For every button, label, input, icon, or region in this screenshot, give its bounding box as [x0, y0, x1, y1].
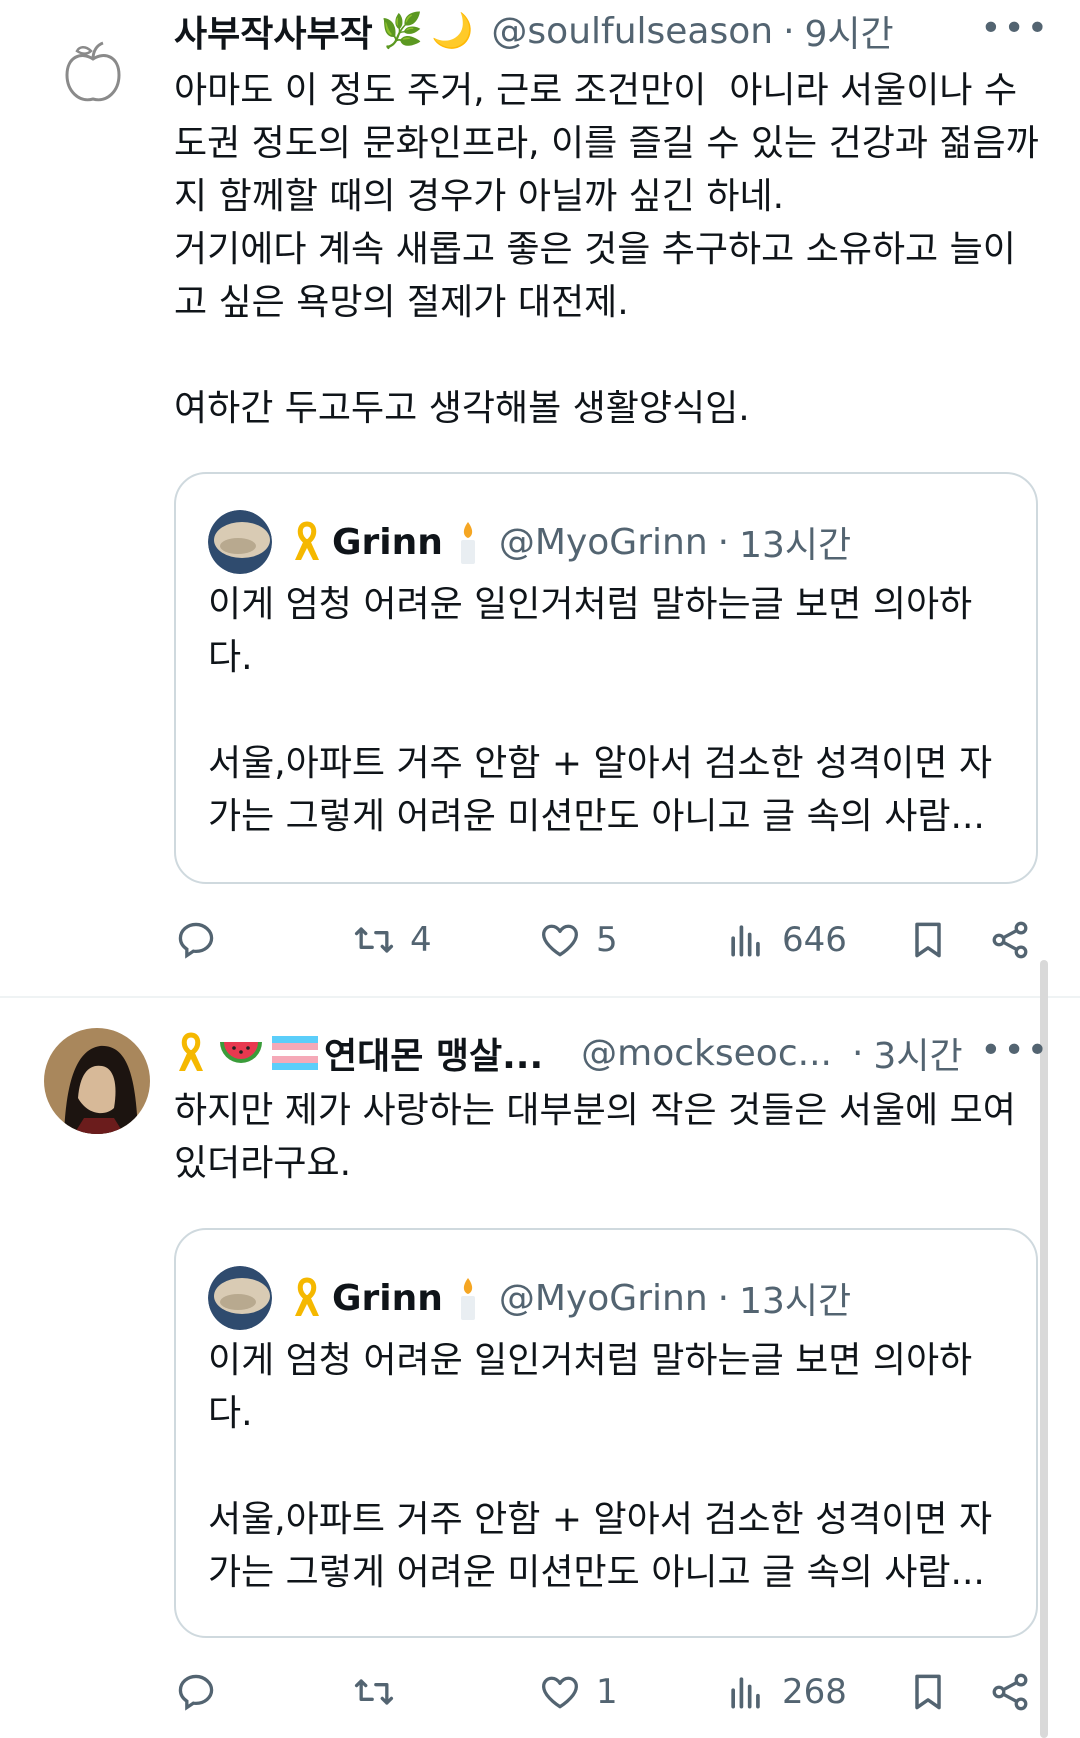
- views-button[interactable]: 646: [724, 910, 847, 970]
- user-avatar[interactable]: [40, 20, 146, 126]
- candle-icon: [460, 522, 475, 564]
- watermelon-icon: [220, 1042, 262, 1063]
- tweet-divider: [0, 996, 1080, 998]
- separator-dot: ·: [717, 1277, 730, 1319]
- transgender-flag-icon: [272, 1036, 318, 1070]
- separator-dot: ·: [851, 1032, 864, 1074]
- tweet-actions: 4 5 646: [174, 910, 1044, 970]
- user-avatar[interactable]: [44, 1028, 150, 1134]
- bookmark-icon: [915, 1674, 941, 1710]
- tweet-header: 사부작사부작 🌿 🌙 @soulfulseason · 9시간 •••: [174, 6, 1060, 56]
- like-button[interactable]: 5: [538, 910, 618, 970]
- views-button[interactable]: 268: [724, 1662, 847, 1722]
- quoted-timestamp: 13시간: [739, 525, 852, 566]
- apple-outline-icon: [65, 41, 121, 102]
- bookmark-button[interactable]: [906, 1662, 950, 1722]
- heart-icon: [542, 1676, 578, 1709]
- bar-chart-icon: [731, 925, 760, 957]
- tweet-actions: 1 268: [174, 1662, 1044, 1722]
- reply-bubble-icon: [178, 1674, 214, 1711]
- timestamp[interactable]: 9시간: [805, 5, 894, 57]
- timestamp[interactable]: 3시간: [873, 1027, 962, 1079]
- share-button[interactable]: [988, 1662, 1032, 1722]
- quoted-tweet[interactable]: Grinn @MyoGrinn · 13시간 이게 엄청 어려운 일인거처럼 말…: [174, 1228, 1038, 1638]
- quoted-tweet-header: Grinn @MyoGrinn · 13시간: [208, 1266, 852, 1330]
- separator-dot: ·: [717, 521, 730, 563]
- like-count: 1: [596, 1672, 618, 1712]
- candle-icon: [460, 1278, 475, 1320]
- quoted-display-name: Grinn: [332, 1277, 443, 1319]
- bar-chart-icon: [731, 1677, 760, 1709]
- share-button[interactable]: [988, 910, 1032, 970]
- retweet-arrows-icon: [354, 1679, 394, 1705]
- heart-icon: [542, 924, 578, 957]
- reply-button[interactable]: [174, 910, 232, 970]
- yellow-ribbon-icon: [295, 1277, 319, 1316]
- share-icon: [992, 1673, 1028, 1711]
- quoted-timestamp: 13시간: [739, 1281, 852, 1322]
- retweet-arrows-icon: [354, 927, 394, 953]
- like-count: 5: [596, 920, 618, 960]
- quoted-user-handle: @MyoGrinn: [498, 1277, 708, 1319]
- tweet-2[interactable]: 연대몬 맹살... @mockseoc... · 3시간 ••• 하지만 제가 …: [0, 1000, 1080, 1738]
- quoted-tweet-header: Grinn @MyoGrinn · 13시간: [208, 510, 852, 574]
- tweet-text: 하지만 제가 사랑하는 대부분의 작은 것들은 서울에 모여 있더라구요.: [174, 1090, 1016, 1184]
- quoted-user-avatar: [208, 1266, 272, 1330]
- user-handle[interactable]: @soulfulseason: [491, 11, 773, 52]
- quoted-user-avatar: [208, 510, 272, 574]
- bookmark-icon: [915, 922, 941, 958]
- quoted-tweet-text: 이게 엄청 어려운 일인거처럼 말하는글 보면 의아하 다. 서울,아파트 거주…: [208, 584, 993, 837]
- like-button[interactable]: 1: [538, 1662, 618, 1722]
- reply-button[interactable]: [174, 1662, 232, 1722]
- tweet-1[interactable]: 사부작사부작 🌿 🌙 @soulfulseason · 9시간 ••• 아마도 …: [0, 0, 1080, 1000]
- user-handle[interactable]: @mockseoc...: [581, 1033, 832, 1074]
- view-count: 268: [782, 1672, 847, 1712]
- reply-bubble-icon: [178, 922, 214, 959]
- display-name[interactable]: 연대몬 맹살...: [324, 1027, 543, 1079]
- quoted-user-handle: @MyoGrinn: [498, 521, 708, 563]
- more-options-icon[interactable]: •••: [980, 1030, 1050, 1071]
- herb-emoji-icon: 🌿: [380, 11, 424, 51]
- quoted-tweet[interactable]: Grinn @MyoGrinn · 13시간 이게 엄청 어려운 일인거처럼 말…: [174, 472, 1038, 884]
- tweet-text: 아마도 이 정도 주거, 근로 조건만이 아니라 서울이나 수 도권 정도의 문…: [174, 70, 1039, 429]
- view-count: 646: [782, 920, 847, 960]
- separator-dot: ·: [783, 10, 795, 52]
- more-options-icon[interactable]: •••: [980, 8, 1050, 49]
- bookmark-button[interactable]: [906, 910, 950, 970]
- retweet-count: 4: [410, 920, 432, 960]
- yellow-ribbon-icon: [179, 1032, 203, 1071]
- quoted-display-name: Grinn: [332, 521, 443, 563]
- quoted-tweet-text: 이게 엄청 어려운 일인거처럼 말하는글 보면 의아하 다. 서울,아파트 거주…: [208, 1340, 993, 1593]
- retweet-button[interactable]: [352, 1662, 410, 1722]
- share-icon: [992, 921, 1028, 959]
- yellow-ribbon-icon: [295, 521, 319, 560]
- retweet-button[interactable]: 4: [352, 910, 432, 970]
- tweet-header: 연대몬 맹살... @mockseoc... · 3시간 •••: [174, 1028, 1060, 1078]
- display-name[interactable]: 사부작사부작: [174, 5, 373, 57]
- crescent-moon-emoji-icon: 🌙: [431, 11, 474, 51]
